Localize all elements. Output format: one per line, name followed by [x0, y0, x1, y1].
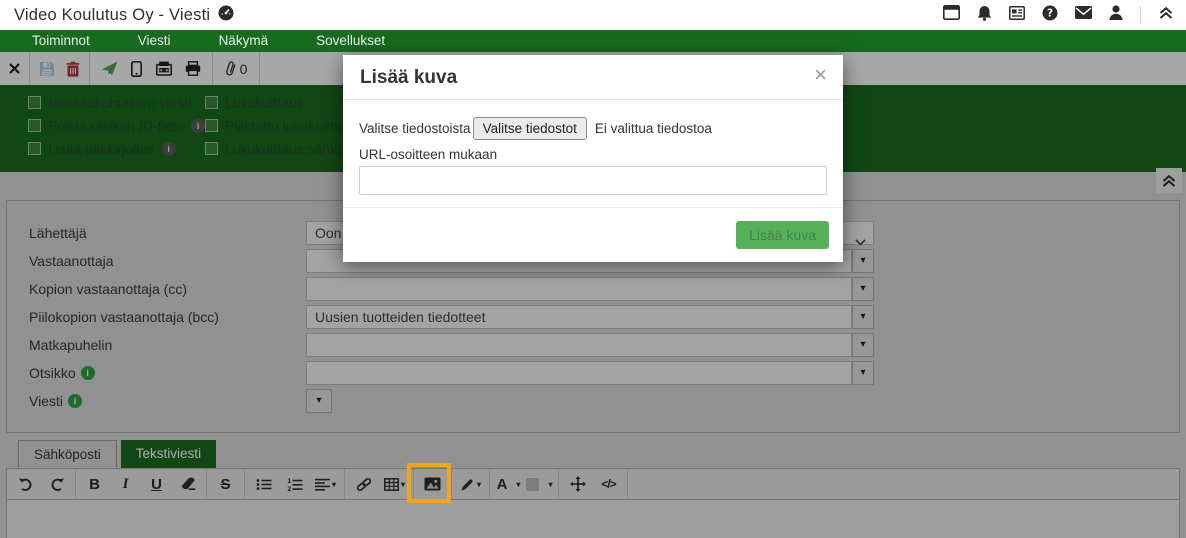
- menu-viesti[interactable]: Viesti: [114, 30, 195, 52]
- window-icon[interactable]: [943, 5, 960, 25]
- image-url-input[interactable]: [359, 166, 827, 195]
- close-icon[interactable]: ×: [814, 64, 827, 86]
- dialog-header: Lisää kuva ×: [343, 55, 843, 100]
- menu-bar: Toiminnot Viesti Näkymä Sovellukset: [0, 30, 1186, 52]
- toolbar-separator: [1140, 6, 1141, 24]
- collapse-header-icon[interactable]: [1158, 6, 1174, 25]
- page-title: Video Koulutus Oy - Viesti: [14, 6, 210, 25]
- svg-text:?: ?: [1047, 7, 1053, 19]
- file-status-text: Ei valittua tiedostoa: [595, 121, 712, 136]
- bell-icon[interactable]: [977, 5, 992, 26]
- menu-sovellukset[interactable]: Sovellukset: [292, 30, 409, 52]
- insert-image-submit-button[interactable]: Lisää kuva: [736, 221, 829, 249]
- menu-toiminnot[interactable]: Toiminnot: [8, 30, 114, 52]
- dialog-body: Valitse tiedostoista Valitse tiedostot E…: [343, 100, 843, 195]
- news-icon[interactable]: [1009, 6, 1025, 25]
- user-icon[interactable]: [1109, 5, 1123, 25]
- url-label: URL-osoitteen mukaan: [359, 147, 827, 162]
- insert-image-dialog: Lisää kuva × Valitse tiedostoista Valits…: [343, 55, 843, 262]
- title-bar: Video Koulutus Oy - Viesti ?: [0, 0, 1186, 30]
- app-window: Video Koulutus Oy - Viesti ?: [0, 0, 1186, 538]
- choose-files-button[interactable]: Valitse tiedostot: [473, 117, 587, 140]
- file-select-label: Valitse tiedostoista: [359, 121, 471, 136]
- image-button-highlight: [407, 463, 451, 503]
- dialog-footer: Lisää kuva: [343, 207, 843, 262]
- help-icon[interactable]: ?: [1042, 5, 1058, 26]
- mail-icon[interactable]: [1075, 6, 1092, 24]
- menu-nakyma[interactable]: Näkymä: [195, 30, 293, 52]
- gauge-icon[interactable]: [218, 5, 234, 26]
- dialog-title: Lisää kuva: [360, 67, 457, 89]
